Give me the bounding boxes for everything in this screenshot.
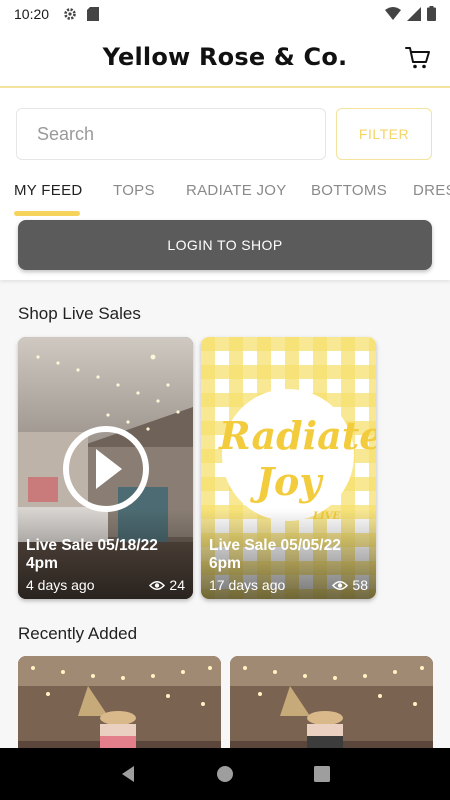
home-button[interactable] — [210, 759, 240, 789]
back-button[interactable] — [113, 759, 143, 789]
settings-icon — [63, 7, 77, 21]
svg-text:Joy: Joy — [250, 459, 324, 504]
tab-radiate-joy[interactable]: RADIATE JOY — [186, 182, 287, 199]
section-title-recently-added: Recently Added — [18, 624, 138, 643]
svg-text:Radiate: Radiate — [218, 413, 376, 458]
product-card[interactable] — [230, 656, 433, 748]
eye-icon — [332, 580, 349, 590]
live-sale-views: 58 — [332, 577, 368, 593]
live-sale-title: Live Sale 05/18/22 4pm — [26, 537, 158, 572]
login-to-shop-button[interactable]: LOGIN TO SHOP — [18, 220, 432, 270]
home-icon — [216, 766, 233, 782]
view-count: 58 — [352, 577, 368, 593]
live-sale-card[interactable]: Live Sale 05/18/22 4pm 4 days ago 24 — [18, 337, 193, 599]
search-input[interactable]: Search — [16, 108, 326, 160]
battery-icon — [427, 6, 436, 24]
search-row: Search FILTER — [16, 108, 434, 160]
signal-icon — [407, 6, 421, 24]
cart-icon — [405, 47, 430, 69]
section-title-live-sales: Shop Live Sales — [18, 304, 141, 323]
tab-bottoms[interactable]: BOTTOMS — [311, 182, 387, 199]
category-tabs: MY FEED TOPS RADIATE JOY BOTTOMS DRES — [0, 172, 450, 218]
status-time: 10:20 — [14, 6, 50, 22]
sd-card-icon — [87, 7, 100, 21]
recents-icon — [313, 766, 330, 782]
feed[interactable]: LOGIN TO SHOP Shop Live Sales Live Sale … — [0, 218, 450, 748]
product-image — [230, 656, 433, 748]
eye-icon — [149, 580, 166, 590]
recents-button[interactable] — [307, 759, 337, 789]
product-image — [18, 656, 221, 748]
tab-dresses[interactable]: DRES — [413, 182, 450, 199]
live-sale-card[interactable]: Radiate Joy LIVE Live Sale 05/05/22 6pm … — [201, 337, 376, 599]
back-icon — [122, 766, 135, 782]
product-card[interactable] — [18, 656, 221, 748]
system-nav-bar — [0, 748, 450, 800]
status-bar: 10:20 — [0, 0, 450, 28]
active-tab-indicator — [14, 211, 80, 216]
view-count: 24 — [169, 577, 185, 593]
live-sale-age: 17 days ago — [209, 577, 286, 593]
login-area: LOGIN TO SHOP — [0, 218, 450, 280]
wifi-icon — [385, 6, 401, 24]
tab-my-feed[interactable]: MY FEED — [14, 182, 83, 199]
live-sale-age: 4 days ago — [26, 577, 95, 593]
filter-button[interactable]: FILTER — [336, 108, 432, 160]
live-sale-views: 24 — [149, 577, 185, 593]
tab-tops[interactable]: TOPS — [113, 182, 155, 199]
live-sale-title: Live Sale 05/05/22 6pm — [209, 537, 341, 572]
app-header: Yellow Rose & Co. — [0, 28, 450, 88]
app-title: Yellow Rose & Co. — [102, 43, 348, 71]
cart-button[interactable] — [404, 44, 432, 72]
